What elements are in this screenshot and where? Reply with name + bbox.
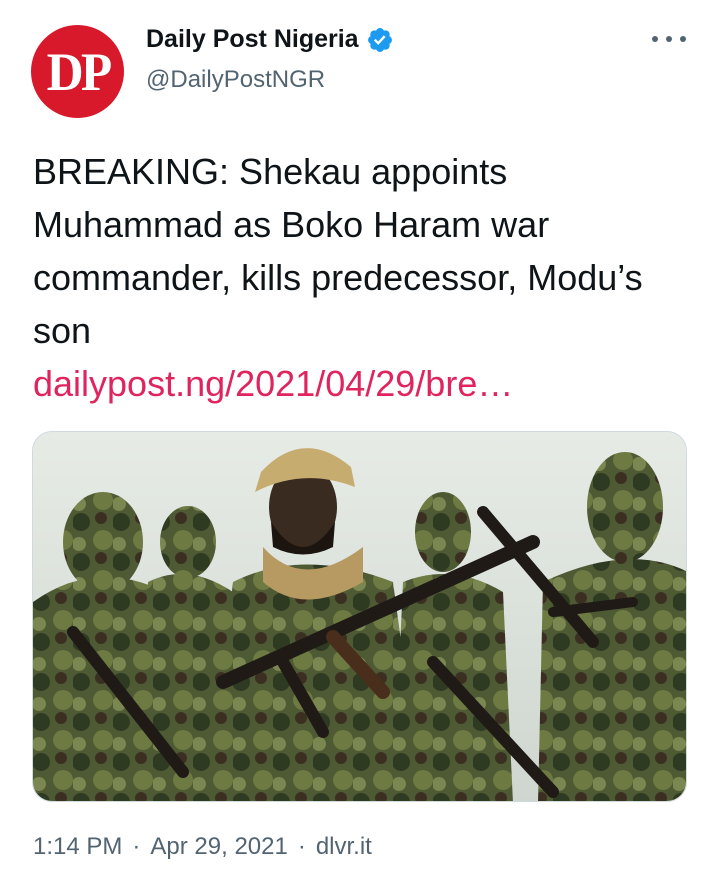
account-handle[interactable]: @DailyPostNGR [146,66,325,94]
tweet-link[interactable]: dailypost.ng/2021/04/29/bre… [33,363,513,404]
verified-badge-icon [367,27,392,52]
tweet-meta: 1:14 PM · Apr 29, 2021 · dlvr.it [33,833,372,861]
meta-separator: · [132,833,141,860]
account-name-row[interactable]: Daily Post Nigeria [146,25,394,54]
dot [666,36,672,42]
tweet-header: DP Daily Post Nigeria @DailyPostNGR [0,0,720,120]
dot [680,36,686,42]
tweet-photo[interactable] [32,431,687,802]
tweet-time[interactable]: 1:14 PM [33,833,122,861]
tweet-text: BREAKING: Shekau appoints Muhammad as Bo… [33,145,683,410]
avatar[interactable]: DP [31,25,124,118]
photo-illustration [33,432,686,801]
dot [652,36,658,42]
tweet-body: BREAKING: Shekau appoints Muhammad as Bo… [33,151,643,351]
tweet-source[interactable]: dlvr.it [316,833,372,861]
tweet-date[interactable]: Apr 29, 2021 [150,833,287,861]
meta-separator: · [297,833,306,860]
avatar-text: DP [46,41,112,102]
account-name[interactable]: Daily Post Nigeria [146,25,359,54]
more-options-icon[interactable] [652,32,686,46]
